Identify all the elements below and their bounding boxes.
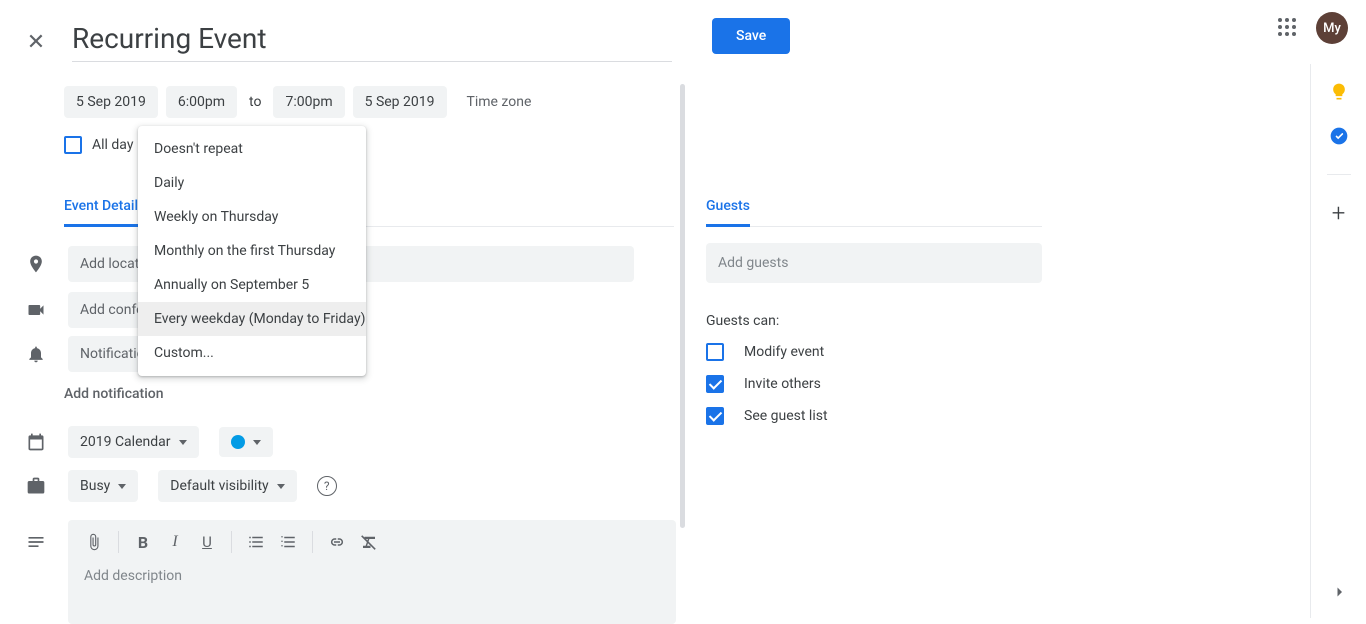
description-icon xyxy=(24,520,48,552)
repeat-option-daily[interactable]: Daily xyxy=(138,166,366,200)
add-notification-button[interactable]: Add notification xyxy=(64,386,164,402)
apps-icon[interactable] xyxy=(1278,18,1298,38)
link-icon[interactable] xyxy=(323,528,351,556)
repeat-option-none[interactable]: Doesn't repeat xyxy=(138,132,366,166)
bold-icon[interactable]: B xyxy=(129,528,157,556)
guests-can-label: Guests can: xyxy=(706,313,1042,329)
calendar-selector[interactable]: 2019 Calendar xyxy=(68,426,199,458)
start-time-picker[interactable]: 6:00pm xyxy=(166,86,237,118)
description-toolbar: B I U xyxy=(68,520,676,564)
timezone-link[interactable]: Time zone xyxy=(467,94,532,110)
color-dot-icon xyxy=(231,435,245,449)
chevron-down-icon xyxy=(277,484,285,489)
all-day-checkbox[interactable] xyxy=(64,136,82,154)
collapse-panel-icon[interactable] xyxy=(1329,582,1349,602)
location-icon xyxy=(24,254,48,274)
scrollbar[interactable] xyxy=(680,84,685,528)
keep-icon[interactable] xyxy=(1329,82,1349,102)
invite-others-checkbox[interactable] xyxy=(706,375,724,393)
close-icon[interactable]: ✕ xyxy=(24,30,48,55)
end-time-picker[interactable]: 7:00pm xyxy=(273,86,344,118)
guests-panel: Guests Guests can: Modify event Invite o… xyxy=(706,198,1042,439)
avatar[interactable]: My xyxy=(1316,12,1348,44)
add-guests-input[interactable] xyxy=(706,243,1042,283)
repeat-menu: Doesn't repeat Daily Weekly on Thursday … xyxy=(138,126,366,376)
tab-guests[interactable]: Guests xyxy=(706,198,750,227)
side-panel: + xyxy=(1310,64,1366,618)
description-input[interactable]: Add description xyxy=(68,564,676,588)
help-icon[interactable]: ? xyxy=(317,476,337,496)
calendar-icon xyxy=(24,432,48,452)
add-addon-icon[interactable]: + xyxy=(1329,203,1349,223)
repeat-option-annually[interactable]: Annually on September 5 xyxy=(138,268,366,302)
availability-selector[interactable]: Busy xyxy=(68,470,138,502)
chevron-down-icon xyxy=(118,484,126,489)
repeat-option-weekly[interactable]: Weekly on Thursday xyxy=(138,200,366,234)
all-day-label: All day xyxy=(92,137,133,153)
italic-icon[interactable]: I xyxy=(161,528,189,556)
tasks-icon[interactable] xyxy=(1329,126,1349,146)
datetime-row: 5 Sep 2019 6:00pm to 7:00pm 5 Sep 2019 T… xyxy=(64,86,531,118)
busy-label: Busy xyxy=(80,478,110,494)
to-label: to xyxy=(245,94,265,110)
see-guest-list-label: See guest list xyxy=(744,408,828,424)
chevron-down-icon xyxy=(253,440,261,445)
color-selector[interactable] xyxy=(219,427,273,457)
bulleted-list-icon[interactable] xyxy=(274,528,302,556)
see-guest-list-checkbox[interactable] xyxy=(706,407,724,425)
modify-event-label: Modify event xyxy=(744,344,824,360)
repeat-option-weekdays[interactable]: Every weekday (Monday to Friday) xyxy=(138,302,366,336)
repeat-option-custom[interactable]: Custom... xyxy=(138,336,366,370)
start-date-picker[interactable]: 5 Sep 2019 xyxy=(64,86,158,118)
numbered-list-icon[interactable] xyxy=(242,528,270,556)
tab-event-details[interactable]: Event Details xyxy=(64,198,145,227)
invite-others-label: Invite others xyxy=(744,376,821,392)
visibility-label: Default visibility xyxy=(170,478,268,494)
chevron-down-icon xyxy=(179,440,187,445)
event-title-input[interactable] xyxy=(72,22,672,62)
underline-icon[interactable]: U xyxy=(193,528,221,556)
modify-event-checkbox[interactable] xyxy=(706,343,724,361)
calendar-name: 2019 Calendar xyxy=(80,434,171,450)
end-date-picker[interactable]: 5 Sep 2019 xyxy=(353,86,447,118)
attach-icon[interactable] xyxy=(80,528,108,556)
video-icon xyxy=(24,300,48,320)
clear-formatting-icon[interactable] xyxy=(355,528,383,556)
save-button[interactable]: Save xyxy=(712,18,790,54)
description-area: B I U Add description xyxy=(68,520,676,624)
visibility-selector[interactable]: Default visibility xyxy=(158,470,296,502)
repeat-option-monthly[interactable]: Monthly on the first Thursday xyxy=(138,234,366,268)
bell-icon xyxy=(24,344,48,364)
briefcase-icon xyxy=(24,476,48,496)
